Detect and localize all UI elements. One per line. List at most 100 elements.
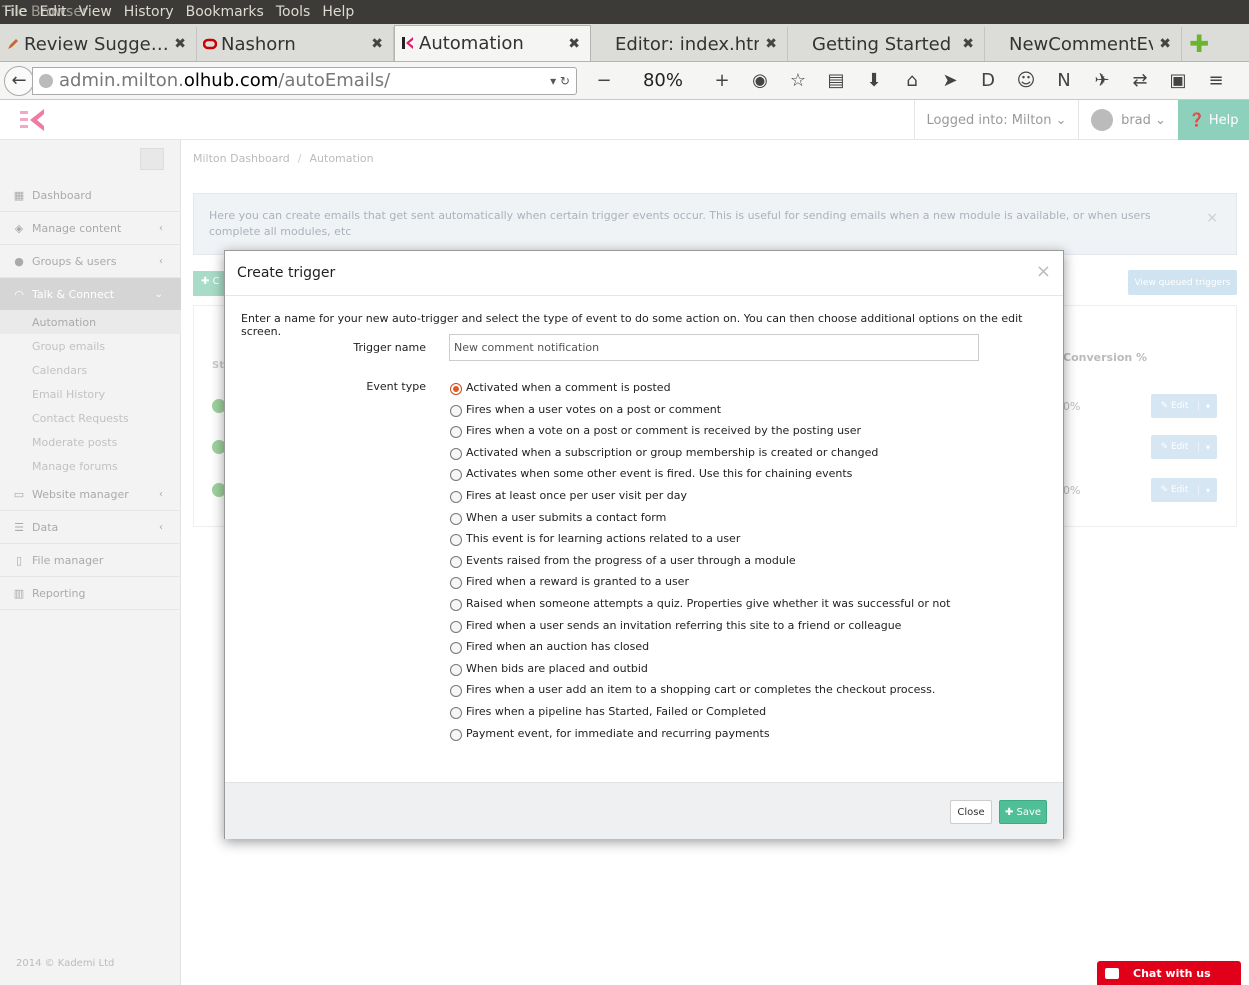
download-icon[interactable]: ⬇ bbox=[855, 70, 893, 91]
chat-icon[interactable]: ☺ bbox=[1007, 70, 1045, 91]
radio[interactable] bbox=[450, 513, 462, 525]
tab-editor[interactable]: Editor: index.html ✖ bbox=[591, 27, 788, 61]
sidebar-item-talk-connect[interactable]: ◠ Talk & Connect ⌄ bbox=[0, 278, 181, 311]
event-option[interactable]: Payment event, for immediate and recurri… bbox=[450, 724, 770, 742]
bookmark-star-icon[interactable]: ☆ bbox=[779, 70, 817, 91]
caret-down-icon[interactable]: ▾ bbox=[1199, 486, 1217, 495]
event-option[interactable]: Fired when a reward is granted to a user bbox=[450, 572, 689, 590]
sidebar-item-groups-users[interactable]: ● Groups & users ‹ bbox=[0, 245, 181, 278]
breadcrumb-automation[interactable]: Automation bbox=[310, 152, 374, 165]
radio[interactable] bbox=[450, 534, 462, 546]
close-icon[interactable]: × bbox=[1206, 210, 1218, 226]
tab-getting-started[interactable]: Getting Started ✖ bbox=[788, 27, 985, 61]
sidebar-item-data[interactable]: ☰ Data ‹ bbox=[0, 511, 181, 544]
zoom-out-icon[interactable]: − bbox=[585, 70, 623, 91]
sidebar-item-reporting[interactable]: ▥ Reporting bbox=[0, 577, 181, 610]
trigger-name-input[interactable] bbox=[449, 334, 979, 361]
menu-tools[interactable]: Tools bbox=[276, 4, 311, 20]
event-option[interactable]: Fires at least once per user visit per d… bbox=[450, 486, 687, 504]
chat-widget[interactable]: Chat with us bbox=[1097, 961, 1241, 985]
save-button[interactable]: ✚ Save bbox=[999, 800, 1047, 824]
menu-bookmarks[interactable]: Bookmarks bbox=[186, 4, 264, 20]
close-icon[interactable]: ✖ bbox=[371, 36, 383, 52]
notes-icon[interactable]: N bbox=[1045, 70, 1083, 91]
event-option[interactable]: Fires when a user votes on a post or com… bbox=[450, 400, 721, 418]
edit-button[interactable]: ✎ Edit ▾ bbox=[1151, 478, 1217, 502]
sync-icon[interactable]: ⇄ bbox=[1121, 70, 1159, 91]
close-icon[interactable]: ✖ bbox=[1159, 36, 1171, 52]
plugin-icon[interactable]: ▣ bbox=[1159, 70, 1197, 91]
close-icon[interactable]: ✖ bbox=[765, 36, 777, 52]
event-option[interactable]: When a user submits a contact form bbox=[450, 508, 666, 526]
radio[interactable] bbox=[450, 642, 462, 654]
edit-button[interactable]: ✎ Edit ▾ bbox=[1151, 394, 1217, 418]
event-option[interactable]: Activates when some other event is fired… bbox=[450, 464, 852, 482]
radio[interactable] bbox=[450, 556, 462, 568]
edit-button[interactable]: ✎ Edit ▾ bbox=[1151, 435, 1217, 459]
back-arrow-icon[interactable]: ← bbox=[4, 65, 34, 96]
event-option[interactable]: Activated when a comment is posted bbox=[450, 378, 671, 396]
create-button[interactable]: ✚ C bbox=[193, 271, 225, 296]
close-icon[interactable]: × bbox=[1036, 261, 1051, 282]
caret-down-icon[interactable]: ▾ bbox=[1199, 443, 1217, 452]
send-icon[interactable]: ➤ bbox=[931, 70, 969, 91]
user-menu[interactable]: brad ⌄ bbox=[1078, 100, 1178, 140]
tab-newcommentevent[interactable]: NewCommentEv… ✖ bbox=[985, 27, 1182, 61]
home-icon[interactable]: ⌂ bbox=[893, 70, 931, 91]
spy-icon[interactable]: ✈ bbox=[1083, 70, 1121, 91]
event-option[interactable]: Fires when a pipeline has Started, Faile… bbox=[450, 702, 766, 720]
sidebar-item-dashboard[interactable]: ▦ Dashboard bbox=[0, 179, 181, 212]
radio[interactable] bbox=[450, 469, 462, 481]
extension-icon[interactable]: D bbox=[969, 70, 1007, 91]
tab-review[interactable]: Review Sugge… ✖ bbox=[0, 27, 197, 61]
radio[interactable] bbox=[450, 685, 462, 697]
radio[interactable] bbox=[450, 491, 462, 503]
menu-history[interactable]: History bbox=[124, 4, 174, 20]
sidebar-sub-calendars[interactable]: Calendars bbox=[0, 358, 181, 382]
addon-icon[interactable]: ◉ bbox=[741, 70, 779, 91]
logged-into-dropdown[interactable]: Logged into: Milton ⌄ bbox=[914, 100, 1078, 140]
radio[interactable] bbox=[450, 599, 462, 611]
event-option[interactable]: Events raised from the progress of a use… bbox=[450, 551, 796, 569]
zoom-in-icon[interactable]: + bbox=[703, 70, 741, 91]
radio[interactable] bbox=[450, 405, 462, 417]
close-button[interactable]: Close bbox=[950, 800, 992, 824]
radio[interactable] bbox=[450, 664, 462, 676]
hamburger-menu-icon[interactable]: ≡ bbox=[1197, 70, 1235, 91]
sidebar-item-file-manager[interactable]: ▯ File manager bbox=[0, 544, 181, 577]
url-bar[interactable]: admin.milton. olhub.com/autoEmails/ ▾ ↻ bbox=[32, 66, 577, 95]
tab-nashorn[interactable]: Nashorn ✖ bbox=[197, 27, 394, 61]
event-option[interactable]: Raised when someone attempts a quiz. Pro… bbox=[450, 594, 950, 612]
radio[interactable] bbox=[450, 621, 462, 633]
sidebar-sub-contact-requests[interactable]: Contact Requests bbox=[0, 406, 181, 430]
radio-selected[interactable] bbox=[450, 383, 462, 395]
sidebar-item-manage-content[interactable]: ◈ Manage content ‹ bbox=[0, 212, 181, 245]
sidebar-item-website-manager[interactable]: ▭ Website manager ‹ bbox=[0, 478, 181, 511]
sidebar-sub-manage-forums[interactable]: Manage forums bbox=[0, 454, 181, 478]
sidebar-sub-automation[interactable]: Automation bbox=[0, 310, 181, 334]
radio[interactable] bbox=[450, 729, 462, 741]
event-option[interactable]: Fires when a user add an item to a shopp… bbox=[450, 680, 935, 698]
reload-icon[interactable]: ▾ ↻ bbox=[550, 74, 570, 88]
tab-automation[interactable]: Automation ✖ bbox=[394, 25, 591, 61]
radio[interactable] bbox=[450, 577, 462, 589]
close-icon[interactable]: ✖ bbox=[174, 36, 186, 52]
close-icon[interactable]: ✖ bbox=[568, 36, 580, 52]
event-option[interactable]: When bids are placed and outbid bbox=[450, 659, 648, 677]
radio[interactable] bbox=[450, 707, 462, 719]
view-queued-triggers-button[interactable]: View queued triggers bbox=[1128, 270, 1237, 295]
close-icon[interactable]: ✖ bbox=[962, 36, 974, 52]
event-option[interactable]: Fired when an auction has closed bbox=[450, 637, 649, 655]
radio[interactable] bbox=[450, 448, 462, 460]
radio[interactable] bbox=[450, 426, 462, 438]
sidebar-toggle[interactable] bbox=[140, 148, 164, 170]
sidebar-sub-moderate-posts[interactable]: Moderate posts bbox=[0, 430, 181, 454]
caret-down-icon[interactable]: ▾ bbox=[1199, 402, 1217, 411]
breadcrumb-dashboard[interactable]: Milton Dashboard bbox=[193, 152, 290, 165]
menu-help[interactable]: Help bbox=[322, 4, 354, 20]
sidebar-sub-email-history[interactable]: Email History bbox=[0, 382, 181, 406]
help-button[interactable]: ❓ Help bbox=[1178, 100, 1249, 140]
zoom-level[interactable]: 80% bbox=[623, 70, 703, 91]
event-option[interactable]: This event is for learning actions relat… bbox=[450, 529, 740, 547]
sidebar-sub-group-emails[interactable]: Group emails bbox=[0, 334, 181, 358]
